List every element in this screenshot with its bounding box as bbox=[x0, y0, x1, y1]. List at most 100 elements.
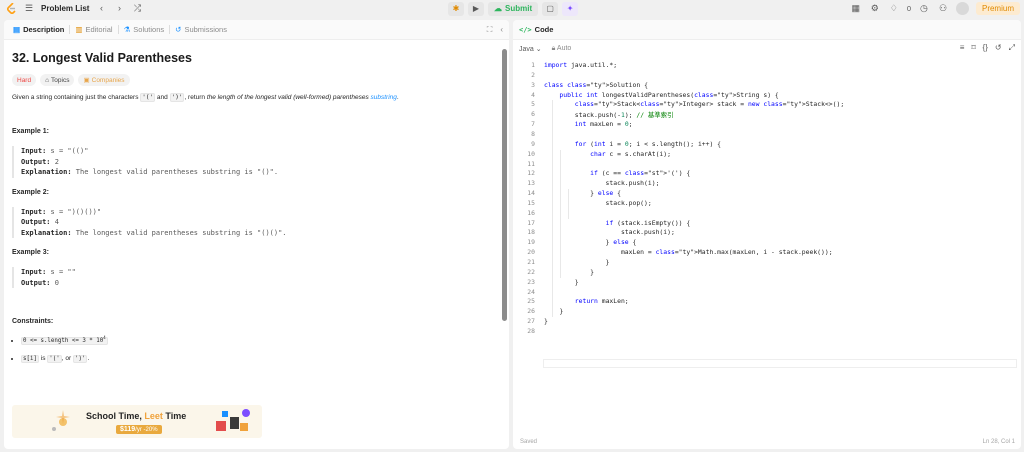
ai-assistant-button[interactable]: ✦ bbox=[562, 1, 579, 16]
promo-sparkle-icon bbox=[52, 410, 70, 431]
line-number: 9 bbox=[531, 139, 535, 148]
code-line: class class="ty">Solution { bbox=[544, 80, 648, 89]
maximize-icon[interactable]: ⛶ bbox=[487, 25, 493, 35]
description-icon: ▤ bbox=[13, 25, 21, 34]
example-block: Input: s = ")()())" Output: 4 Explanatio… bbox=[12, 206, 501, 238]
code-line: for (int i = 0; i < s.length(); i++) { bbox=[574, 139, 722, 148]
avatar[interactable] bbox=[955, 2, 969, 15]
code-icon: </> bbox=[519, 25, 532, 34]
line-number: 27 bbox=[527, 317, 535, 326]
line-number: 14 bbox=[527, 189, 535, 198]
code-line: char c = s.charAt(i); bbox=[590, 149, 671, 158]
previous-problem-icon[interactable]: ‹ bbox=[95, 2, 107, 15]
streak-icon[interactable]: ♢ bbox=[888, 2, 900, 15]
constraints-title: Constraints: bbox=[12, 318, 54, 325]
tag-icon: ⌂ bbox=[45, 76, 50, 84]
tab-solutions[interactable]: ⚗ Solutions bbox=[119, 25, 170, 34]
tab-description[interactable]: ▤ Description bbox=[8, 25, 69, 34]
lock-icon: ▣ bbox=[83, 77, 90, 84]
add-friend-icon[interactable]: ⚇ bbox=[937, 2, 949, 15]
run-button[interactable]: ▶ bbox=[468, 1, 484, 16]
topics-badge[interactable]: ⌂ Topics bbox=[40, 74, 75, 86]
line-number: 22 bbox=[527, 267, 535, 276]
notes-button[interactable]: ▢ bbox=[542, 1, 559, 16]
flask-icon: ⚗ bbox=[123, 25, 131, 34]
line-number: 10 bbox=[527, 149, 535, 158]
code-panel-header: </> Code bbox=[513, 20, 1021, 40]
example-title: Example 3: bbox=[12, 249, 49, 256]
list-item: 0 <= s.length <= 3 * 104 bbox=[21, 333, 501, 346]
debug-button[interactable]: ✱ bbox=[448, 1, 464, 16]
companies-badge[interactable]: ▣ Companies bbox=[78, 74, 130, 86]
next-problem-icon[interactable]: › bbox=[113, 2, 125, 15]
indent-guide bbox=[560, 149, 561, 278]
play-icon: ▶ bbox=[472, 4, 480, 13]
code-line: if (c == class="st">'(') { bbox=[590, 169, 691, 178]
reset-icon[interactable]: ↺ bbox=[995, 43, 1002, 53]
submit-button[interactable]: ☁ Submit bbox=[488, 1, 539, 16]
code-line: import java.util.*; bbox=[544, 61, 618, 69]
language-select[interactable]: Java ⌄ bbox=[519, 45, 542, 53]
problem-list-link[interactable]: Problem List bbox=[41, 4, 89, 13]
chevron-down-icon: ⌄ bbox=[535, 45, 542, 53]
timer-icon[interactable]: ◷ bbox=[918, 2, 930, 15]
line-number: 17 bbox=[527, 218, 535, 227]
shuffle-icon[interactable]: ⤮ bbox=[131, 2, 143, 15]
format-icon[interactable]: ≡ bbox=[960, 43, 965, 53]
tab-editorial[interactable]: ▥ Editorial bbox=[70, 25, 117, 34]
expand-icon[interactable]: ⤢ bbox=[1009, 43, 1015, 53]
line-number: 11 bbox=[527, 159, 535, 168]
bookmark-icon[interactable]: ⌑ bbox=[971, 43, 975, 53]
line-number: 28 bbox=[527, 326, 535, 335]
description-scrollbar[interactable] bbox=[502, 49, 507, 321]
code-line: } bbox=[544, 317, 548, 326]
line-number: 8 bbox=[531, 129, 535, 138]
line-number: 5 bbox=[531, 100, 535, 109]
line-number: 25 bbox=[527, 297, 535, 306]
example-block: Input: s = "" Output: 0 bbox=[12, 267, 501, 288]
tab-submissions[interactable]: ↺ Submissions bbox=[170, 25, 232, 34]
code-line: } else { bbox=[544, 189, 621, 198]
promo-banner[interactable]: School Time, Leet Time $119/yr -20% bbox=[12, 405, 262, 438]
code-line: } bbox=[544, 307, 564, 316]
settings-icon[interactable]: ⚙ bbox=[869, 2, 881, 15]
history-icon: ↺ bbox=[175, 25, 182, 34]
list-item: s[i] is '(', or ')'. bbox=[21, 354, 501, 364]
code-line: stack.push(i); bbox=[544, 179, 660, 188]
line-number: 1 bbox=[531, 61, 535, 69]
code-line: int maxLen = 0; bbox=[574, 120, 633, 129]
cloud-upload-icon: ☁ bbox=[494, 4, 502, 13]
description-panel: ▤ Description ▥ Editorial ⚗ Solutions ↺ … bbox=[4, 20, 509, 449]
promo-headline: School Time, Leet Time bbox=[86, 411, 187, 421]
line-number: 3 bbox=[531, 80, 535, 89]
note-icon: ▢ bbox=[546, 4, 554, 13]
leetcode-logo-icon[interactable] bbox=[6, 3, 17, 14]
braces-icon[interactable]: {} bbox=[983, 43, 988, 53]
editorial-icon: ▥ bbox=[75, 25, 83, 34]
top-bar: ☰ Problem List ‹ › ⤮ ✱ ▶ ☁ Submit ▢ ✦ ▦ … bbox=[0, 0, 1024, 17]
lock-icon: 🔒︎ bbox=[551, 44, 556, 52]
collapse-icon[interactable]: ‹ bbox=[500, 25, 503, 35]
layout-icon[interactable]: ▦ bbox=[850, 2, 862, 15]
streak-count: 0 bbox=[906, 4, 911, 13]
premium-button[interactable]: Premium bbox=[975, 2, 1020, 15]
sparkle-icon: ✦ bbox=[566, 4, 574, 13]
code-line: } bbox=[544, 277, 579, 286]
line-number: 7 bbox=[531, 120, 535, 129]
substring-link[interactable]: substring bbox=[371, 94, 397, 101]
line-number: 18 bbox=[527, 228, 535, 237]
line-number: 16 bbox=[527, 208, 535, 217]
code-line: maxLen = class="ty">Math.max(maxLen, i -… bbox=[544, 248, 833, 257]
line-number: 13 bbox=[527, 179, 535, 188]
indent-guide bbox=[568, 189, 569, 219]
code-line: class="ty">Stack<class="ty">Integer> sta… bbox=[574, 100, 845, 109]
line-number: 6 bbox=[531, 110, 535, 119]
line-number: 15 bbox=[527, 198, 535, 207]
code-panel: </> Code Java ⌄ 🔒︎ Auto ≡ ⌑ {} ↺ ⤢ 1 impo… bbox=[513, 20, 1021, 449]
cursor-position: Ln 28, Col 1 bbox=[982, 439, 1015, 445]
problem-list-icon[interactable]: ☰ bbox=[23, 2, 35, 15]
difficulty-badge: Hard bbox=[12, 74, 37, 86]
example-title: Example 1: bbox=[12, 128, 49, 135]
line-number: 23 bbox=[527, 277, 535, 286]
autosave-indicator[interactable]: 🔒︎ Auto bbox=[552, 45, 572, 53]
